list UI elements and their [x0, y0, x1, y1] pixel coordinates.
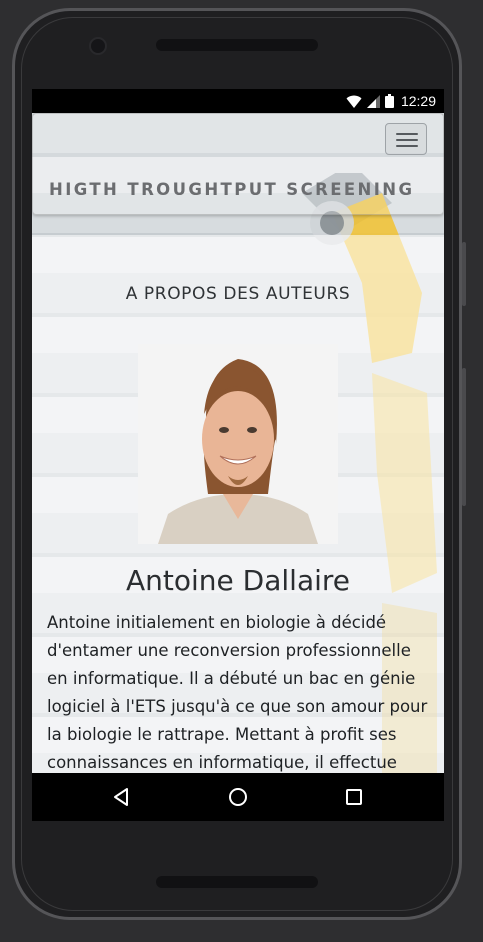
brand-title[interactable]: HIGTH TROUGHTPUT SCREENING: [49, 180, 414, 199]
hamburger-bar: [396, 139, 418, 141]
author-name: Antoine Dallaire: [126, 564, 350, 597]
hamburger-menu-icon: [396, 133, 418, 135]
status-time: 12:29: [400, 93, 436, 109]
top-navbar: HIGTH TROUGHTPUT SCREENING: [32, 113, 444, 215]
hamburger-bar: [396, 145, 418, 147]
cellular-signal-icon: [366, 94, 380, 108]
recents-square-icon[interactable]: [342, 785, 366, 809]
top-speaker: [156, 39, 318, 51]
wifi-icon: [346, 95, 362, 108]
battery-icon: [384, 94, 394, 108]
system-navigation-bar: [32, 773, 444, 821]
author-bio: Antoine initialement en biologie à décid…: [47, 613, 428, 772]
web-page[interactable]: HIGTH TROUGHTPUT SCREENING A PROPOS DES …: [32, 113, 444, 773]
device-screen: 12:29 HIGTH TROUGHTPUT SCREENING A PROPO…: [32, 89, 444, 821]
back-triangle-icon[interactable]: [110, 785, 134, 809]
volume-button: [462, 368, 466, 506]
section-title: A PROPOS DES AUTEURS: [125, 284, 351, 304]
front-camera-icon: [89, 37, 107, 55]
home-circle-icon[interactable]: [226, 785, 250, 809]
menu-toggle-button[interactable]: [385, 123, 427, 155]
author-photo: [138, 344, 338, 544]
power-button: [462, 242, 466, 306]
bottom-speaker: [156, 876, 318, 888]
status-bar: 12:29: [32, 89, 444, 113]
